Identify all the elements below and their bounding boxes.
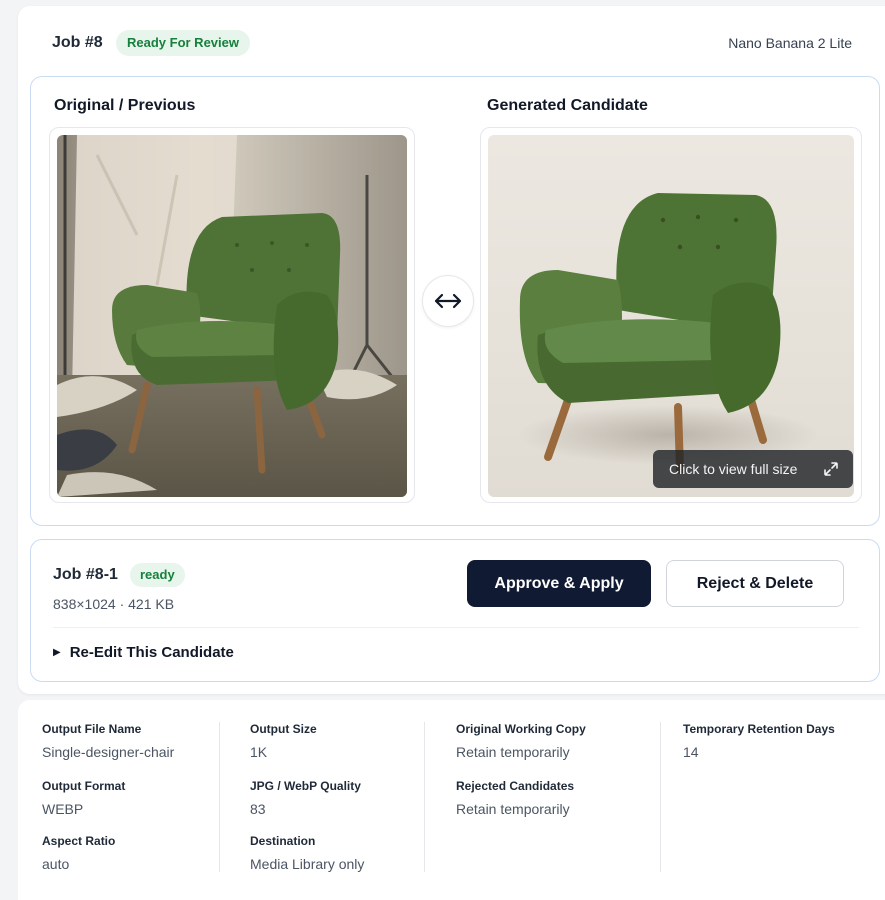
destination-value: Media Library only [250,856,365,872]
aspect-ratio-label: Aspect Ratio [42,834,116,848]
output-format-value: WEBP [42,801,84,817]
candidate-heading: Generated Candidate [487,97,648,114]
original-copy-value: Retain temporarily [456,744,570,760]
candidate-panel: Job #8-1 ready 838×1024 · 421 KB Approve… [30,539,880,682]
approve-apply-button[interactable]: Approve & Apply [467,560,651,607]
expand-icon [824,462,838,476]
job-card: Job #8 Ready For Review Nano Banana 2 Li… [18,6,885,694]
candidate-image-frame[interactable]: Click to view full size [480,127,862,503]
output-size-label: Output Size [250,722,317,736]
quality-value: 83 [250,801,266,817]
aspect-ratio-value: auto [42,856,70,872]
quality-label: JPG / WebP Quality [250,779,361,793]
rejected-candidates-value: Retain temporarily [456,801,570,817]
column-divider [219,722,220,872]
original-copy-label: Original Working Copy [456,722,586,736]
rejected-candidates-label: Rejected Candidates [456,779,575,793]
original-image-frame [49,127,415,503]
output-size-value: 1K [250,744,268,760]
candidate-title: Job #8-1 [53,566,118,583]
original-heading: Original / Previous [54,97,196,114]
re-edit-label: Re-Edit This Candidate [69,644,234,661]
triangle-right-icon: ▶ [53,647,61,658]
retention-days-value: 14 [683,744,699,760]
candidate-meta: 838×1024 · 421 KB [53,596,175,612]
output-file-name-value: Single-designer-chair [42,744,175,760]
job-title: Job #8 [52,34,103,51]
view-full-size-button[interactable]: Click to view full size [653,450,853,488]
retention-days-label: Temporary Retention Days [683,722,835,736]
destination-label: Destination [250,834,316,848]
candidate-status-badge: ready [130,563,185,587]
reject-delete-button[interactable]: Reject & Delete [666,560,844,607]
original-chair-image [57,135,407,497]
divider [53,627,859,628]
output-format-label: Output Format [42,779,126,793]
column-divider [660,722,661,872]
swap-button[interactable] [422,275,474,327]
model-name: Nano Banana 2 Lite [728,35,852,51]
view-full-size-label: Click to view full size [669,461,798,477]
settings-summary: Output File Name Single-designer-chair O… [18,700,885,900]
left-right-arrows-icon [434,293,462,309]
re-edit-toggle[interactable]: ▶ Re-Edit This Candidate [53,644,234,661]
column-divider [424,722,425,872]
output-file-name-label: Output File Name [42,722,142,736]
candidate-chair-image[interactable] [488,135,854,497]
comparison-panel: Original / Previous Generated Candidate [30,76,880,526]
status-badge: Ready For Review [116,30,250,56]
